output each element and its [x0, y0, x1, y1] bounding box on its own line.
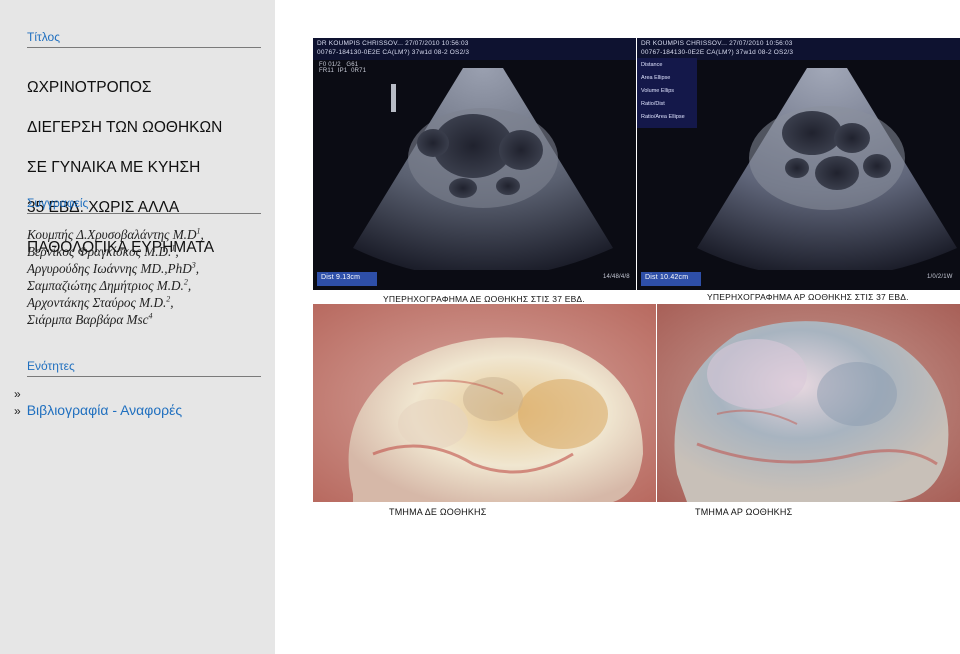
figure-panel: DR KOUMPIS CHRISSOV... 27/07/2010 10:56:…: [313, 34, 960, 524]
us-menu-item: Distance: [641, 62, 663, 68]
us-header-line2: 00767-184130-0E2E CA(LM?) 37w1d 08-2 OS2…: [317, 49, 470, 56]
section-link-empty[interactable]: »: [14, 385, 264, 402]
us-header: DR KOUMPIS CHRISSOV... 27/07/2010 10:56:…: [317, 40, 469, 47]
author-line: Αργυρούδης Ιωάννης MD.,PhD3,: [27, 260, 200, 276]
ultrasound-left-caption: ΥΠΕΡΗΧΟΓΡΑΦΗΜΑ ΔΕ ΩΟΘΗΚΗΣ ΣΤΙΣ 37 ΕΒΔ.: [383, 294, 585, 304]
us-side-text: F0 01/2 G61 FR11 IP1 0R71: [319, 62, 367, 74]
specimen-right-photo: [657, 304, 960, 502]
title-line: ΣΕ ΓΥΝΑΙΚΑ ΜΕ ΚΥΗΣΗ: [27, 159, 201, 176]
us-scale: 1/0/2/1W: [927, 274, 953, 280]
us-menu-item: Ratio/Area Ellipse: [641, 114, 685, 120]
section-link-label: Βιβλιογραφία - Αναφορές: [26, 402, 183, 418]
us-menu-item: Ratio/Dist: [641, 101, 665, 107]
us-header: DR KOUMPIS CHRISSOV... 27/07/2010 10:56:…: [641, 40, 793, 47]
title-section-label: Τίτλος: [27, 30, 261, 48]
us-menu-item: Volume Ellips: [641, 88, 675, 94]
author-line: Σαμπαζιώτης Δημήτριος M.D.2,: [27, 277, 192, 293]
author-line: Κουμπής Δ.Χρυσοβαλάντης M.D1,: [27, 226, 204, 242]
ultrasound-right-image: DR KOUMPIS CHRISSOV... 27/07/2010 10:56:…: [637, 38, 960, 290]
us-distance-readout: Dist 9.13cm: [321, 274, 361, 281]
authors-list: Κουμπής Δ.Χρυσοβαλάντης M.D1, Βερνίκος Φ…: [27, 226, 272, 328]
chevron-right-icon: »: [14, 404, 21, 418]
sections-label: Ενότητες: [27, 359, 261, 377]
ultrasound-right-caption: ΥΠΕΡΗΧΟΓΡΑΦΗΜΑ ΑΡ ΩΟΘΗΚΗΣ ΣΤΙΣ 37 ΕΒΔ.: [707, 292, 909, 302]
us-scale: 14/48/4/8: [603, 274, 630, 280]
specimen-right-caption: ΤΜΗΜΑ ΑΡ ΩΟΘΗΚΗΣ: [695, 507, 793, 517]
title-line: ΔΙΕΓΕΡΣΗ ΤΩΝ ΩΟΘΗΚΩΝ: [27, 119, 223, 136]
sidebar: Τίτλος ΩΧΡΙΝΟΤΡΟΠΟΣ ΔΙΕΓΕΡΣΗ ΤΩΝ ΩΟΘΗΚΩΝ…: [0, 0, 275, 654]
us-distance-readout: Dist 10.42cm: [645, 274, 689, 281]
us-menu-item: Area Ellipse: [641, 75, 671, 81]
specimen-left-caption: ΤΜΗΜΑ ΔΕ ΩΟΘΗΚΗΣ: [389, 507, 487, 517]
author-line: Βερνίκος Φραγκίσκος M.D.1,: [27, 243, 179, 259]
sections-list: » » Βιβλιογραφία - Αναφορές: [14, 385, 264, 419]
author-line: Σιάρμπα Βαρβάρα Msc4: [27, 311, 153, 327]
section-link-references[interactable]: » Βιβλιογραφία - Αναφορές: [14, 402, 264, 419]
author-line: Αρχοντάκης Σταύρος M.D.2,: [27, 294, 174, 310]
us-measure-menu: Distance Area Ellipse Volume Ellips Rati…: [641, 62, 697, 127]
authors-section-label: Συγγραφείς: [27, 196, 261, 214]
specimen-left-photo: [313, 304, 656, 502]
ultrasound-left-image: DR KOUMPIS CHRISSOV... 27/07/2010 10:56:…: [313, 38, 636, 290]
title-line: ΩΧΡΙΝΟΤΡΟΠΟΣ: [27, 79, 152, 96]
us-header-line2: 00767-184130-0E2E CA(LM?) 37w1d 08-2 OS2…: [641, 49, 794, 56]
chevron-right-icon: »: [14, 387, 21, 401]
